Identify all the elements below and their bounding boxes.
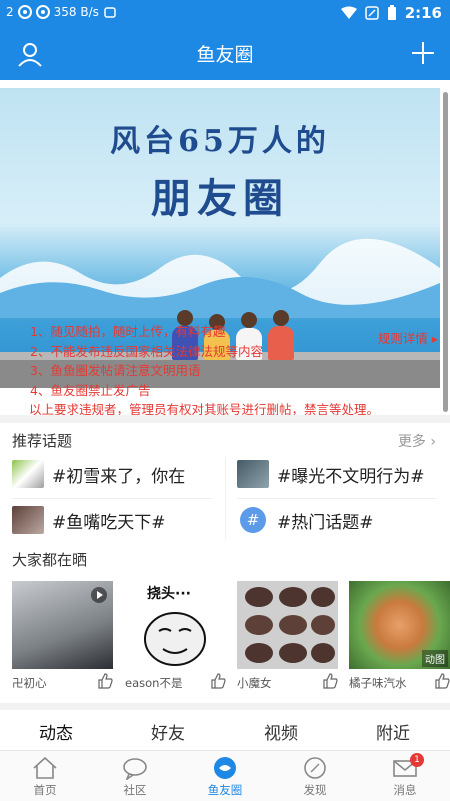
bottom-nav: 首页 社区 鱼友圈 发现 1 消息 [0,750,450,801]
divider [225,457,226,539]
topic-thumbnail [12,506,44,534]
showcase-title: 大家都在晒 [12,551,88,569]
status-bar: 2 358 B/s 2:16 [0,0,450,28]
showcase-card[interactable]: 卍初心 [12,581,113,690]
card-image: 挠头··· [125,581,226,669]
nav-fish-circle[interactable]: 鱼友圈 [180,751,270,801]
card-image: 动图 [349,581,450,669]
topic-thumbnail [237,460,269,488]
waves-illustration [0,238,440,318]
topics-title: 推荐话题 [12,432,73,450]
more-link[interactable]: 更多 › [398,431,436,451]
network-speed: 358 B/s [53,5,99,19]
eggs-photo [245,587,335,663]
scrollbar[interactable] [443,92,448,412]
chevron-right-icon: › [425,434,436,450]
recommended-topics: 推荐话题 更多 › #初雪来了，你在 #曝光不文明行为# #鱼嘴吃天下# # #… [0,423,450,541]
card-image [12,581,113,669]
tab-nearby[interactable]: 附近 [353,719,433,744]
svg-text:#: # [247,511,260,529]
rules-detail-link[interactable]: 规则详情 ▸ [378,328,438,347]
card-image [237,581,338,669]
card-author: eason不是 [125,676,183,690]
meme-caption: 挠头··· [147,586,191,602]
like-icon[interactable] [322,673,338,689]
showcase-card[interactable]: 小魔女 [237,581,338,690]
banner-headline: 风台65万人的 [110,124,330,159]
like-icon[interactable] [97,673,113,689]
status-left-text: 2 [6,5,14,19]
meme-face [144,612,206,666]
showcase-card[interactable]: 动图 橘子味汽水 [349,581,450,690]
card-author: 卍初心 [12,676,47,690]
topic-item[interactable]: #曝光不文明行为# [237,457,425,491]
app-notification-icon-2 [35,5,50,19]
home-icon [33,756,57,779]
nav-discover[interactable]: 发现 [270,751,360,801]
rules-list: 1、随见随拍，随时上传，有料有趣 2、不能发布违反国家相关法律法规等内容 3、鱼… [29,322,380,415]
chat-bubble-icon [123,758,147,780]
add-post-icon[interactable] [410,40,436,66]
rule-item: 4、鱼友圈禁止发广告 [30,382,151,398]
topic-thumbnail [12,460,44,488]
clock: 2:16 [404,4,442,22]
nav-label: 社区 [123,783,147,797]
rule-item: 2、不能发布违反国家相关法律法规等内容 [30,343,263,359]
topic-item[interactable]: # #热门话题# [237,503,374,537]
showcase-section: 大家都在晒 卍初心 挠头··· eason不是 小魔女 动图 橘子味汽水 [0,541,450,703]
nav-home[interactable]: 首页 [0,751,90,801]
page-title: 鱼友圈 [196,44,254,66]
rule-note: 以上要求违规者，管理员有权对其账号进行删帖，禁言等处理。 [29,402,380,415]
card-author: 橘子味汽水 [349,676,407,690]
tab-friends[interactable]: 好友 [128,719,208,744]
nav-bar: 鱼友圈 [0,28,450,80]
rules-banner[interactable]: 风台65万人的 朋友圈 1、随见随拍，随时上传，有料有趣 2、不能发布违反国家相… [0,80,450,415]
nav-label: 消息 [393,783,417,797]
divider [237,498,437,499]
like-icon[interactable] [210,673,226,689]
tab-videos[interactable]: 视频 [241,719,321,744]
tab-feed[interactable]: 动态 [16,719,96,744]
topic-item[interactable]: #初雪来了，你在 [12,457,185,491]
nav-label: 鱼友圈 [207,783,243,797]
showcase-card[interactable]: 挠头··· eason不是 [125,581,226,690]
fish-circle-icon [214,757,236,779]
animated-badge: 动图 [422,650,448,667]
topic-label: #曝光不文明行为# [277,466,425,487]
divider [12,498,212,499]
banner-headline-2: 朋友圈 [151,175,289,222]
rule-item: 1、随见随拍，随时上传，有料有趣 [30,324,226,339]
message-count-badge: 1 [410,753,424,767]
play-icon [91,587,107,603]
topic-item[interactable]: #鱼嘴吃天下# [12,503,166,537]
rule-item: 3、鱼鱼圈发帖请注意文明用语 [30,363,201,378]
feed-tabs: 动态 好友 视频 附近 [0,710,450,750]
compass-icon [304,757,326,779]
battery-icon [387,5,396,20]
card-author: 小魔女 [237,676,272,690]
topic-label: #鱼嘴吃天下# [52,512,166,533]
like-icon[interactable] [434,673,450,689]
hashtag-icon: # [240,507,266,533]
signal-app-icon [104,7,116,18]
topic-label: #初雪来了，你在 [52,466,186,487]
wifi-icon [340,6,357,19]
nav-label: 发现 [303,783,327,797]
nav-community[interactable]: 社区 [90,751,180,801]
app-notification-icon [17,5,32,19]
topic-label: #热门话题# [277,512,374,533]
sim-icon [364,6,379,20]
nav-messages[interactable]: 1 消息 [360,751,450,801]
nav-label: 首页 [33,783,57,797]
